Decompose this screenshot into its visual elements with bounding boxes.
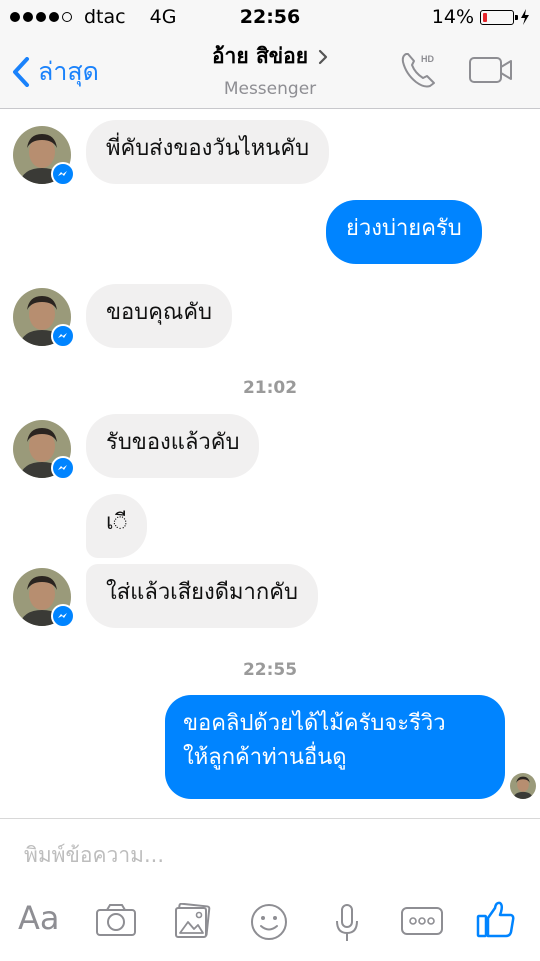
messenger-badge-icon <box>51 162 75 186</box>
conversation-title[interactable]: อ้าย สิข่อย <box>212 40 328 73</box>
contact-name: อ้าย สิข่อย <box>211 44 309 68</box>
status-right: 14% <box>432 6 530 28</box>
contact-avatar[interactable] <box>13 126 75 186</box>
message-timestamp: 22:55 <box>242 660 298 680</box>
contact-avatar[interactable] <box>13 568 75 628</box>
smiley-icon <box>251 904 287 940</box>
conversation-subtitle: Messenger <box>223 79 317 99</box>
video-call-button[interactable] <box>468 56 514 88</box>
battery-icon <box>480 9 518 25</box>
thumbs-up-icon <box>476 901 515 938</box>
battery-fill <box>483 12 487 22</box>
camera-button[interactable] <box>95 903 137 941</box>
conversation-header: ล่าสุด อ้าย สิข่อย Messenger HD <box>0 34 540 109</box>
messenger-badge-icon <box>51 604 75 628</box>
status-bar: dtac 4G 22:56 14% <box>0 0 540 34</box>
chevron-left-icon <box>13 57 29 87</box>
incoming-message[interactable]: พี่คับส่งของวันไหนคับ <box>86 120 330 184</box>
message-timestamp: 21:02 <box>242 378 298 398</box>
contact-avatar[interactable] <box>13 420 75 480</box>
video-camera-icon <box>469 57 512 83</box>
outgoing-message[interactable]: ขอคลิปด้วยได้ไม้ครับจะรีวิว ให้ลูกค้าท่า… <box>165 695 505 799</box>
text-format-button[interactable]: Aa <box>18 899 60 937</box>
more-button[interactable] <box>401 907 443 939</box>
incoming-message[interactable]: ใส่แล้วเสียงดีมากคับ <box>86 564 318 628</box>
message-input[interactable]: พิมพ์ข้อความ... <box>24 839 164 872</box>
outgoing-message[interactable]: ย่วงบ่ายครับ <box>326 200 482 264</box>
microphone-icon <box>336 904 358 941</box>
more-options-icon <box>401 907 443 935</box>
voice-call-button[interactable]: HD <box>400 50 442 94</box>
like-button[interactable] <box>476 899 516 943</box>
charging-bolt-icon <box>521 9 529 25</box>
read-receipt-avatar <box>510 773 536 799</box>
photos-button[interactable] <box>174 902 212 943</box>
phone-hd-icon: HD <box>401 53 435 88</box>
messenger-badge-icon <box>51 456 75 480</box>
messenger-badge-icon <box>51 324 75 348</box>
photo-gallery-icon <box>175 902 211 938</box>
composer-toolbar: Aa <box>0 889 540 959</box>
chevron-right-icon <box>318 49 328 64</box>
hd-label: HD <box>421 54 434 64</box>
contact-avatar[interactable] <box>13 288 75 348</box>
incoming-message[interactable]: ขอบคุณคับ <box>86 284 233 348</box>
incoming-message[interactable]: เ◌ี <box>86 494 148 558</box>
battery-percent: 14% <box>431 6 474 28</box>
camera-icon <box>96 904 136 936</box>
voice-clip-button[interactable] <box>334 903 360 947</box>
back-label: ล่าสุด <box>38 57 99 86</box>
back-button[interactable]: ล่าสุด <box>12 52 99 92</box>
message-composer: พิมพ์ข้อความ... Aa <box>0 818 540 961</box>
conversation-title-area[interactable]: อ้าย สิข่อย Messenger <box>150 40 390 99</box>
sticker-button[interactable] <box>250 903 288 945</box>
incoming-message[interactable]: รับของแล้วคับ <box>86 414 260 478</box>
